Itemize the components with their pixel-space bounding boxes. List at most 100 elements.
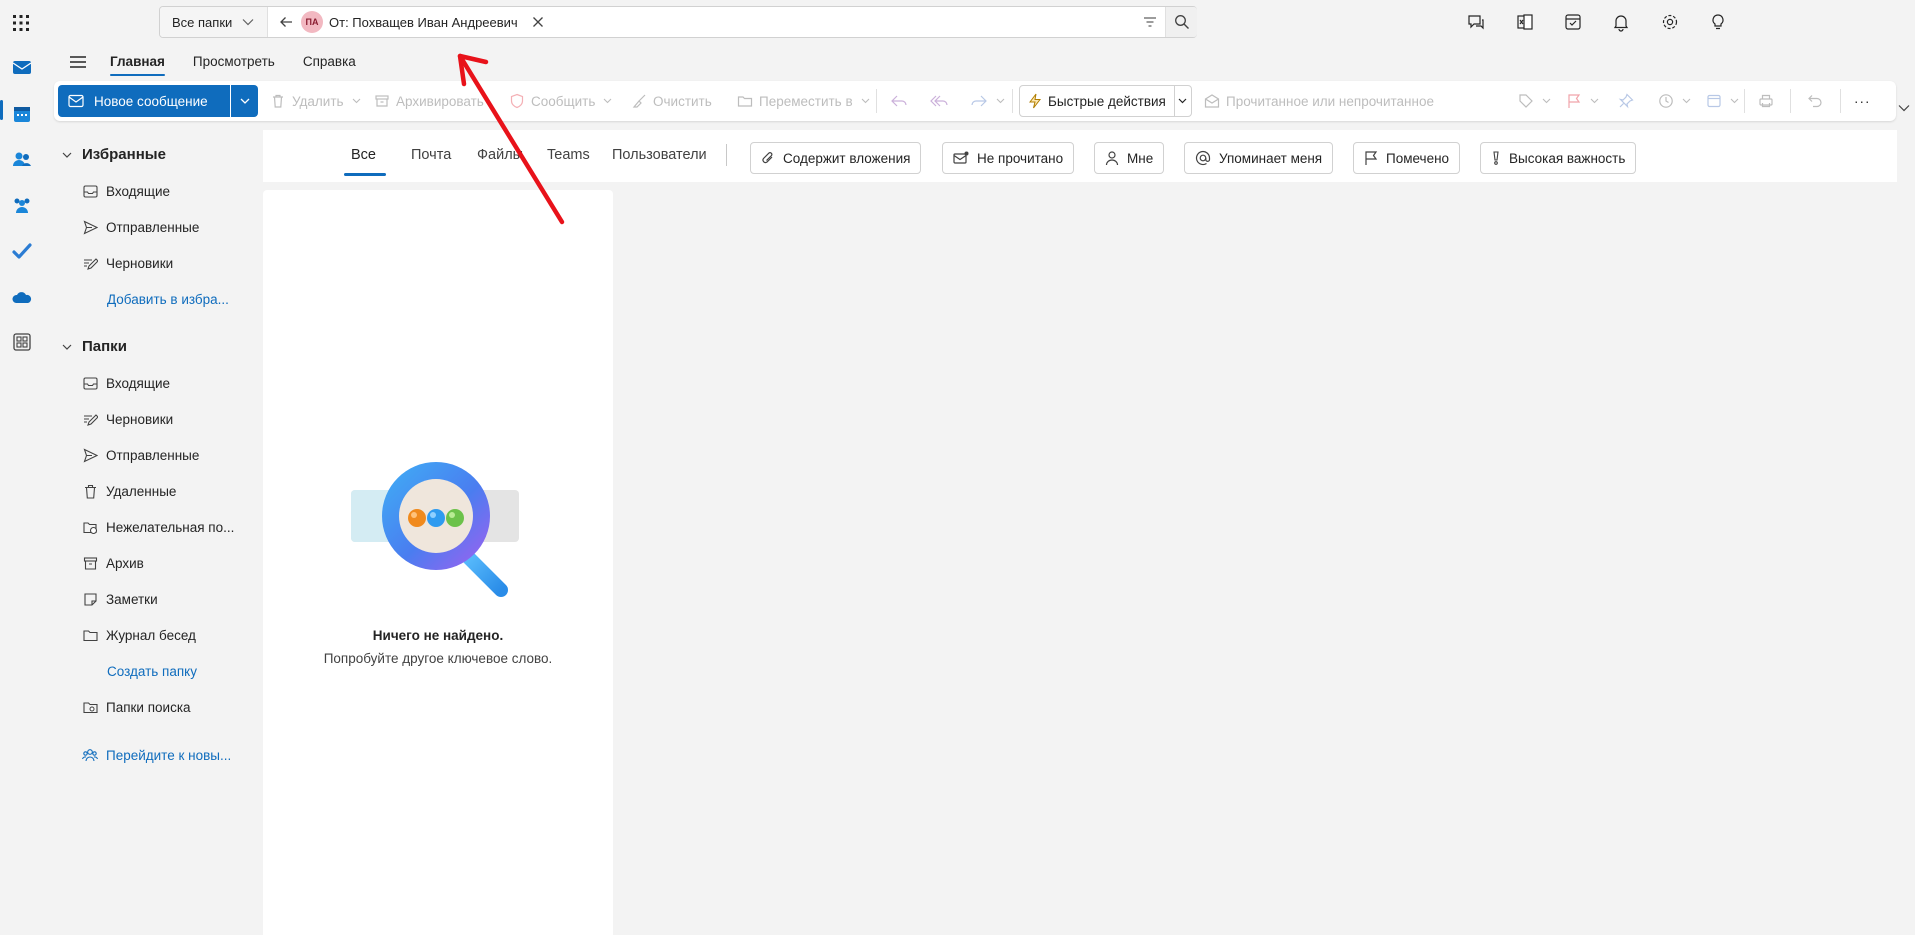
sweep-button[interactable]: Очистить (631, 91, 712, 111)
create-folder-link[interactable]: Создать папку (107, 661, 197, 681)
app-rail (0, 44, 44, 935)
filter-tab-files[interactable]: Файлы (477, 147, 523, 163)
folder-item-notes[interactable]: Заметки (82, 589, 158, 609)
close-icon[interactable] (532, 16, 544, 28)
folders-header[interactable]: Папки (62, 338, 127, 355)
chip-label: Содержит вложения (783, 150, 911, 166)
chevron-down-icon[interactable] (1898, 104, 1910, 112)
groups-link[interactable]: Перейдите к новы... (82, 745, 231, 765)
folder-item-junk[interactable]: Нежелательная по... (82, 517, 234, 537)
favorites-item-inbox[interactable]: Входящие (82, 181, 170, 201)
search-query-pill[interactable]: ПА От: Похващев Иван Андреевич (301, 10, 544, 34)
avatar: ПА (301, 11, 323, 33)
ribbon-tabs: Главная Просмотреть Справка (60, 48, 370, 76)
reply-button[interactable] (890, 91, 908, 111)
new-message-dropdown[interactable] (231, 85, 258, 117)
apps-icon[interactable] (9, 329, 35, 355)
new-message-button[interactable]: Новое сообщение (58, 85, 230, 117)
flag-icon (1568, 94, 1581, 108)
folder-item-search-folders[interactable]: Папки поиска (82, 697, 191, 717)
divider (1744, 89, 1745, 113)
todo-icon[interactable] (9, 238, 35, 264)
delete-label: Удалить (292, 93, 344, 109)
search-query-text: От: Похващев Иван Андреевич (329, 14, 518, 30)
my-day-icon[interactable] (1562, 11, 1584, 33)
chevron-down-icon (1178, 98, 1187, 104)
gear-icon[interactable] (1659, 11, 1681, 33)
delete-button[interactable]: Удалить (270, 91, 361, 111)
undo-button[interactable] (1807, 91, 1823, 111)
forward-button[interactable] (970, 91, 1005, 111)
folder-item-sent[interactable]: Отправленные (82, 445, 199, 465)
favorites-item-label: Отправленные (106, 219, 200, 235)
chip-mentions-me[interactable]: Упоминает меня (1184, 142, 1334, 174)
print-button[interactable] (1758, 91, 1774, 111)
junk-icon (82, 519, 98, 535)
chevron-down-icon (1542, 98, 1551, 104)
tab-help[interactable]: Справка (289, 48, 370, 76)
chip-flagged[interactable]: Помечено (1353, 142, 1461, 174)
filter-tab-all[interactable]: Все (351, 147, 376, 163)
add-to-favorites-link[interactable]: Добавить в избра... (107, 289, 229, 309)
folder-item-drafts[interactable]: Черновики (82, 409, 173, 429)
folder-item-conversation-history[interactable]: Журнал бесед (82, 625, 196, 645)
report-button[interactable]: Сообщить (509, 91, 612, 111)
search-button[interactable] (1165, 7, 1197, 37)
folder-item-archive[interactable]: Архив (82, 553, 144, 573)
favorites-item-label: Черновики (106, 255, 174, 271)
rules-button[interactable] (1706, 91, 1739, 111)
teams-chat-icon[interactable] (1465, 11, 1487, 33)
snooze-button[interactable] (1658, 91, 1691, 111)
archive-button[interactable]: Архивировать (374, 91, 484, 111)
filter-tab-mail[interactable]: Почта (411, 147, 451, 163)
favorites-item-drafts[interactable]: Черновики (82, 253, 173, 273)
folder-item-label: Журнал бесед (106, 627, 196, 643)
quick-actions-button[interactable]: Быстрые действия (1020, 86, 1175, 116)
bell-icon[interactable] (1610, 11, 1632, 33)
mail-icon[interactable] (9, 54, 35, 80)
folder-item-label: Входящие (106, 375, 171, 391)
new-message-split-button: Новое сообщение (58, 85, 258, 117)
send-icon (82, 447, 98, 463)
read-unread-button[interactable]: Прочитанное или непрочитанное (1204, 91, 1434, 111)
filter-icon[interactable] (1143, 15, 1157, 29)
pin-button[interactable] (1618, 91, 1634, 111)
chip-high-importance[interactable]: Высокая важность (1480, 142, 1637, 174)
flag-button[interactable] (1566, 91, 1599, 111)
paperclip-icon (761, 150, 775, 166)
search-scope-dropdown[interactable]: Все папки (160, 7, 268, 37)
move-button[interactable]: Переместить в (737, 91, 870, 111)
reply-all-button[interactable] (930, 91, 948, 111)
outlook-icon[interactable] (1514, 11, 1536, 33)
chevron-down-icon (62, 344, 72, 350)
chip-unread[interactable]: Не прочитано (942, 142, 1075, 174)
more-options-button[interactable]: ··· (1854, 91, 1871, 111)
hamburger-icon[interactable] (60, 48, 96, 76)
chip-has-attachments[interactable]: Содержит вложения (750, 142, 922, 174)
folder-item-inbox[interactable]: Входящие (82, 373, 170, 393)
calendar-icon[interactable] (9, 101, 35, 127)
back-arrow-icon[interactable] (278, 14, 294, 30)
chip-to-me[interactable]: Мне (1094, 142, 1165, 174)
groups-icon[interactable] (9, 192, 35, 218)
favorites-item-sent[interactable]: Отправленные (82, 217, 199, 237)
filter-tab-teams[interactable]: Teams (547, 147, 590, 163)
categorize-button[interactable] (1518, 91, 1551, 111)
onedrive-icon[interactable] (9, 284, 35, 310)
folder-item-label: Заметки (106, 591, 158, 607)
chip-label: Высокая важность (1509, 150, 1626, 166)
favorites-header[interactable]: Избранные (62, 146, 166, 163)
tab-home[interactable]: Главная (96, 48, 179, 76)
trash-icon (82, 483, 98, 499)
folder-item-deleted[interactable]: Удаленные (82, 481, 176, 501)
tab-view[interactable]: Просмотреть (179, 48, 289, 76)
folder-pane: Избранные Входящие Отправленные Черновик… (44, 130, 260, 935)
app-launcher-icon[interactable] (10, 12, 32, 34)
undo-icon (1808, 95, 1822, 108)
filter-tab-people[interactable]: Пользователи (612, 147, 707, 163)
lightbulb-icon[interactable] (1707, 11, 1729, 33)
trash-icon (270, 93, 286, 109)
quick-actions-label: Быстрые действия (1048, 93, 1166, 109)
quick-actions-dropdown[interactable] (1175, 86, 1191, 116)
people-icon[interactable] (9, 146, 35, 172)
